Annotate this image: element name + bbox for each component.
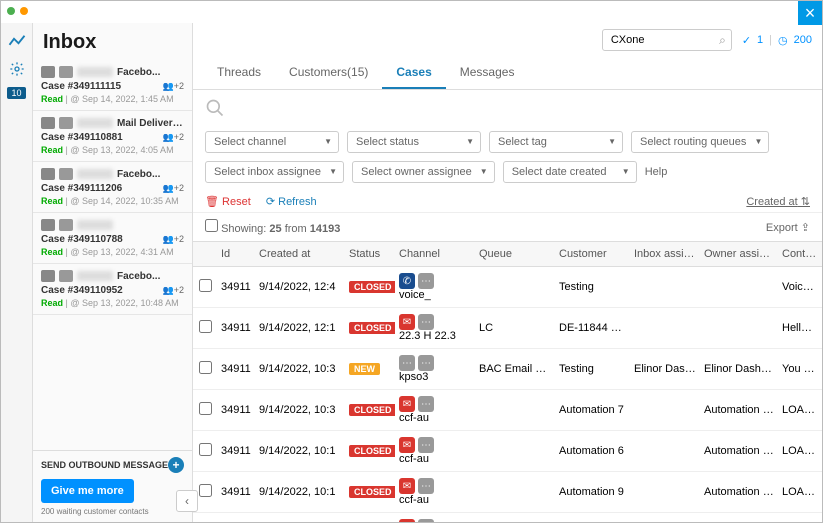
- table-body: 349119/14/2022, 12:4CLOSED✆⋯ voice_Testi…: [193, 267, 822, 522]
- chat-icon: ✉: [399, 519, 415, 522]
- chat-icon: ✉: [399, 437, 415, 453]
- filter-status[interactable]: Select status: [347, 131, 481, 153]
- column-header[interactable]: Inbox assign...: [630, 242, 700, 266]
- table-row[interactable]: 349119/14/2022, 10:3NEW⋯⋯ kpso3BAC Email…: [193, 349, 822, 390]
- tab-threads[interactable]: Threads: [203, 57, 275, 89]
- sort-button[interactable]: Created at ⇅: [746, 195, 810, 208]
- table-row[interactable]: 349119/14/2022, 10:1CLOSED✉⋯ ccf-auAutom…: [193, 431, 822, 472]
- filter-date-created[interactable]: Select date created: [503, 161, 637, 183]
- sidebar: Inbox Facebo...Case #349111115👥+2Read | …: [33, 23, 193, 522]
- close-button[interactable]: ×: [798, 1, 822, 25]
- phone-icon: ✆: [399, 273, 415, 289]
- gear-icon[interactable]: [7, 59, 27, 79]
- dot-green: [7, 7, 15, 15]
- row-checkbox[interactable]: [199, 402, 212, 415]
- gray-icon: ⋯: [418, 355, 434, 371]
- collapse-sidebar-button[interactable]: ‹: [176, 490, 198, 512]
- plus-icon: +: [168, 457, 184, 473]
- gray-icon: ⋯: [418, 478, 434, 494]
- tab-customers[interactable]: Customers(15): [275, 57, 382, 89]
- table-row[interactable]: 349119/14/2022, 12:4CLOSED✆⋯ voice_Testi…: [193, 267, 822, 308]
- export-button[interactable]: Export ⇪: [766, 221, 810, 234]
- gray-icon: ⋯: [399, 355, 415, 371]
- column-header[interactable]: [193, 242, 217, 266]
- rail-badge: 10: [7, 87, 25, 99]
- case-item[interactable]: Facebo...Case #349111115👥+2Read | @ Sep …: [33, 60, 192, 111]
- dot-orange: [20, 7, 28, 15]
- row-checkbox[interactable]: [199, 361, 212, 374]
- case-list: Facebo...Case #349111115👥+2Read | @ Sep …: [33, 60, 192, 450]
- tabs: ThreadsCustomers(15)CasesMessages: [193, 57, 822, 90]
- waiting-count: 200 waiting customer contacts: [41, 507, 184, 516]
- column-header[interactable]: Id: [217, 242, 255, 266]
- column-header[interactable]: Customer: [555, 242, 630, 266]
- row-checkbox[interactable]: [199, 484, 212, 497]
- chat-icon: ✉: [399, 314, 415, 330]
- gray-icon: ⋯: [418, 519, 434, 522]
- case-item[interactable]: Mail Delivery Sub...Case #349110881👥+2Re…: [33, 111, 192, 162]
- chat-icon: ✉: [399, 478, 415, 494]
- column-header[interactable]: Created at: [255, 242, 345, 266]
- case-item[interactable]: Facebo...Case #349110952👥+2Read | @ Sep …: [33, 264, 192, 315]
- row-checkbox[interactable]: [199, 320, 212, 333]
- give-me-more-button[interactable]: Give me more: [41, 479, 134, 503]
- tab-cases[interactable]: Cases: [382, 57, 445, 89]
- filter-inbox-assignee[interactable]: Select inbox assignee: [205, 161, 344, 183]
- cases-table: IdCreated atStatusChannelQueueCustomerIn…: [193, 241, 822, 522]
- showing-count: Showing: 25 from 14193: [205, 219, 340, 235]
- main-panel: ⌕ ✓1 | ◷200 ThreadsCustomers(15)CasesMes…: [193, 23, 822, 522]
- column-header[interactable]: Context: [778, 242, 822, 266]
- row-checkbox[interactable]: [199, 443, 212, 456]
- filter-search[interactable]: [193, 90, 822, 131]
- table-row[interactable]: 349119/14/2022, 10:1CLOSED✉⋯ ccf-auAutom…: [193, 472, 822, 513]
- reset-button[interactable]: 🗑 Reset: [205, 196, 251, 208]
- column-header[interactable]: Queue: [475, 242, 555, 266]
- filter-channel[interactable]: Select channel: [205, 131, 339, 153]
- help-link[interactable]: Help: [645, 166, 668, 178]
- row-checkbox[interactable]: [199, 279, 212, 292]
- top-stats: ✓1 | ◷200: [742, 34, 812, 47]
- select-all-checkbox[interactable]: [205, 219, 218, 232]
- table-row[interactable]: 349119/14/2022, 12:1CLOSED✉⋯ 22.3 H 22.3…: [193, 308, 822, 349]
- search-icon: ⌕: [719, 33, 726, 48]
- search-input[interactable]: [602, 29, 732, 51]
- table-row[interactable]: 349119/14/2022, 10:3CLOSED✉⋯ ccf-auAutom…: [193, 390, 822, 431]
- page-title: Inbox: [43, 31, 182, 54]
- tab-messages[interactable]: Messages: [446, 57, 529, 89]
- table-row[interactable]: 349119/14/2022, 10:1CLOSED✉⋯ ccf-auAutom…: [193, 513, 822, 522]
- chat-icon: ✉: [399, 396, 415, 412]
- column-header[interactable]: Owner assig...: [700, 242, 778, 266]
- filter-owner-assignee[interactable]: Select owner assignee: [352, 161, 495, 183]
- case-item[interactable]: Facebo...Case #349111206👥+2Read | @ Sep …: [33, 162, 192, 213]
- table-header: IdCreated atStatusChannelQueueCustomerIn…: [193, 241, 822, 267]
- send-outbound-button[interactable]: SEND OUTBOUND MESSAGE +: [41, 457, 184, 473]
- window-controls: [7, 7, 28, 15]
- filter-routing[interactable]: Select routing queues: [631, 131, 769, 153]
- case-item[interactable]: Case #349110788👥+2Read | @ Sep 13, 2022,…: [33, 213, 192, 264]
- column-header[interactable]: Status: [345, 242, 395, 266]
- gray-icon: ⋯: [418, 437, 434, 453]
- gray-icon: ⋯: [418, 396, 434, 412]
- filters: Select channel Select status Select tag …: [193, 131, 822, 191]
- logo-icon[interactable]: [7, 31, 27, 51]
- filter-tag[interactable]: Select tag: [489, 131, 623, 153]
- gray-icon: ⋯: [418, 314, 434, 330]
- column-header[interactable]: Channel: [395, 242, 475, 266]
- global-search[interactable]: ⌕: [602, 29, 732, 51]
- gray-icon: ⋯: [418, 273, 434, 289]
- refresh-button[interactable]: ⟳ Refresh: [266, 196, 317, 208]
- left-rail: 10: [1, 23, 33, 522]
